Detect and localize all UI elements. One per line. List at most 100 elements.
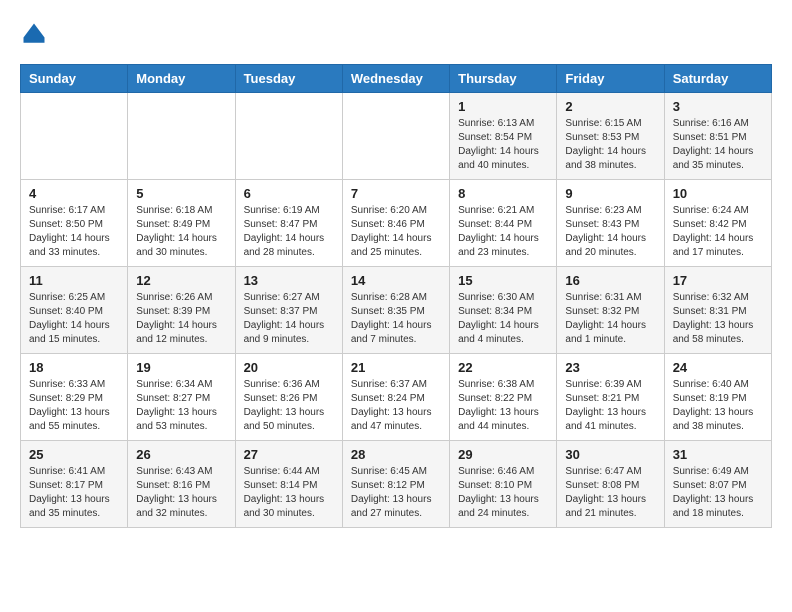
calendar-week-row: 11 Sunrise: 6:25 AM Sunset: 8:40 PM Dayli… bbox=[21, 267, 772, 354]
calendar-week-row: 1Sunrise: 6:13 AM Sunset: 8:54 PM Daylig… bbox=[21, 93, 772, 180]
calendar-day-cell: 25Sunrise: 6:41 AM Sunset: 8:17 PM Dayli… bbox=[21, 441, 128, 528]
calendar-day-cell: 15 Sunrise: 6:30 AM Sunset: 8:34 PM Dayli… bbox=[450, 267, 557, 354]
day-info: Sunrise: 6:41 AM Sunset: 8:17 PM Dayligh… bbox=[29, 465, 119, 521]
calendar-day-cell: 4 Sunrise: 6:17 AM Sunset: 8:50 PM Daylig… bbox=[21, 180, 128, 267]
day-info: Sunrise: 6:47 AM Sunset: 8:08 PM Dayligh… bbox=[565, 465, 655, 521]
day-info: Sunrise: 6:44 AM Sunset: 8:14 PM Dayligh… bbox=[244, 465, 334, 521]
calendar-week-row: 25Sunrise: 6:41 AM Sunset: 8:17 PM Dayli… bbox=[21, 441, 772, 528]
day-number: 11 bbox=[29, 273, 119, 288]
day-number: 26 bbox=[136, 447, 226, 462]
calendar-day-cell: 11 Sunrise: 6:25 AM Sunset: 8:40 PM Dayli… bbox=[21, 267, 128, 354]
day-number: 8 bbox=[458, 186, 548, 201]
calendar-day-cell: 27 Sunrise: 6:44 AM Sunset: 8:14 PM Dayli… bbox=[235, 441, 342, 528]
day-number: 4 bbox=[29, 186, 119, 201]
day-info: Sunrise: 6:45 AM Sunset: 8:12 PM Dayligh… bbox=[351, 465, 441, 521]
day-info: Sunrise: 6:36 AM Sunset: 8:26 PM Dayligh… bbox=[244, 378, 334, 434]
day-number: 23 bbox=[565, 360, 655, 375]
day-info: Sunrise: 6:30 AM Sunset: 8:34 PM Dayligh… bbox=[458, 291, 548, 347]
weekday-header: Monday bbox=[128, 65, 235, 93]
weekday-header: Thursday bbox=[450, 65, 557, 93]
day-info: Sunrise: 6:34 AM Sunset: 8:27 PM Dayligh… bbox=[136, 378, 226, 434]
day-info: Sunrise: 6:18 AM Sunset: 8:49 PM Dayligh… bbox=[136, 204, 226, 260]
day-info: Sunrise: 6:43 AM Sunset: 8:16 PM Dayligh… bbox=[136, 465, 226, 521]
calendar-day-cell: 19 Sunrise: 6:34 AM Sunset: 8:27 PM Dayli… bbox=[128, 354, 235, 441]
calendar-day-cell: 13 Sunrise: 6:27 AM Sunset: 8:37 PM Dayli… bbox=[235, 267, 342, 354]
calendar-day-cell: 14 Sunrise: 6:28 AM Sunset: 8:35 PM Dayli… bbox=[342, 267, 449, 354]
logo-icon bbox=[20, 20, 48, 48]
day-info: Sunrise: 6:33 AM Sunset: 8:29 PM Dayligh… bbox=[29, 378, 119, 434]
day-info: Sunrise: 6:40 AM Sunset: 8:19 PM Dayligh… bbox=[673, 378, 763, 434]
day-number: 28 bbox=[351, 447, 441, 462]
day-info: Sunrise: 6:32 AM Sunset: 8:31 PM Dayligh… bbox=[673, 291, 763, 347]
calendar-day-cell: 31 Sunrise: 6:49 AM Sunset: 8:07 PM Dayli… bbox=[664, 441, 771, 528]
day-info: Sunrise: 6:46 AM Sunset: 8:10 PM Dayligh… bbox=[458, 465, 548, 521]
calendar-day-cell: 1Sunrise: 6:13 AM Sunset: 8:54 PM Daylig… bbox=[450, 93, 557, 180]
calendar-day-cell: 12 Sunrise: 6:26 AM Sunset: 8:39 PM Dayli… bbox=[128, 267, 235, 354]
day-info: Sunrise: 6:23 AM Sunset: 8:43 PM Dayligh… bbox=[565, 204, 655, 260]
day-info: Sunrise: 6:38 AM Sunset: 8:22 PM Dayligh… bbox=[458, 378, 548, 434]
day-number: 18 bbox=[29, 360, 119, 375]
day-info: Sunrise: 6:28 AM Sunset: 8:35 PM Dayligh… bbox=[351, 291, 441, 347]
calendar-week-row: 18 Sunrise: 6:33 AM Sunset: 8:29 PM Dayli… bbox=[21, 354, 772, 441]
day-number: 6 bbox=[244, 186, 334, 201]
day-number: 27 bbox=[244, 447, 334, 462]
calendar-day-cell: 9 Sunrise: 6:23 AM Sunset: 8:43 PM Daylig… bbox=[557, 180, 664, 267]
day-info: Sunrise: 6:26 AM Sunset: 8:39 PM Dayligh… bbox=[136, 291, 226, 347]
day-number: 31 bbox=[673, 447, 763, 462]
day-info: Sunrise: 6:31 AM Sunset: 8:32 PM Dayligh… bbox=[565, 291, 655, 347]
calendar-week-row: 4 Sunrise: 6:17 AM Sunset: 8:50 PM Daylig… bbox=[21, 180, 772, 267]
day-number: 24 bbox=[673, 360, 763, 375]
day-number: 21 bbox=[351, 360, 441, 375]
calendar-day-cell bbox=[128, 93, 235, 180]
calendar-header-row: SundayMondayTuesdayWednesdayThursdayFrid… bbox=[21, 65, 772, 93]
day-info: Sunrise: 6:25 AM Sunset: 8:40 PM Dayligh… bbox=[29, 291, 119, 347]
weekday-header: Saturday bbox=[664, 65, 771, 93]
day-number: 19 bbox=[136, 360, 226, 375]
calendar-table: SundayMondayTuesdayWednesdayThursdayFrid… bbox=[20, 64, 772, 528]
weekday-header: Sunday bbox=[21, 65, 128, 93]
day-info: Sunrise: 6:27 AM Sunset: 8:37 PM Dayligh… bbox=[244, 291, 334, 347]
day-info: Sunrise: 6:17 AM Sunset: 8:50 PM Dayligh… bbox=[29, 204, 119, 260]
day-number: 20 bbox=[244, 360, 334, 375]
day-info: Sunrise: 6:37 AM Sunset: 8:24 PM Dayligh… bbox=[351, 378, 441, 434]
calendar-day-cell: 17Sunrise: 6:32 AM Sunset: 8:31 PM Dayli… bbox=[664, 267, 771, 354]
day-info: Sunrise: 6:39 AM Sunset: 8:21 PM Dayligh… bbox=[565, 378, 655, 434]
calendar-day-cell: 5 Sunrise: 6:18 AM Sunset: 8:49 PM Daylig… bbox=[128, 180, 235, 267]
weekday-header: Wednesday bbox=[342, 65, 449, 93]
calendar-day-cell: 26 Sunrise: 6:43 AM Sunset: 8:16 PM Dayli… bbox=[128, 441, 235, 528]
day-number: 1 bbox=[458, 99, 548, 114]
day-info: Sunrise: 6:24 AM Sunset: 8:42 PM Dayligh… bbox=[673, 204, 763, 260]
calendar-day-cell bbox=[342, 93, 449, 180]
day-number: 29 bbox=[458, 447, 548, 462]
calendar-day-cell: 8 Sunrise: 6:21 AM Sunset: 8:44 PM Daylig… bbox=[450, 180, 557, 267]
day-number: 3 bbox=[673, 99, 763, 114]
day-number: 5 bbox=[136, 186, 226, 201]
weekday-header: Tuesday bbox=[235, 65, 342, 93]
calendar-day-cell: 3 Sunrise: 6:16 AM Sunset: 8:51 PM Daylig… bbox=[664, 93, 771, 180]
day-info: Sunrise: 6:21 AM Sunset: 8:44 PM Dayligh… bbox=[458, 204, 548, 260]
day-info: Sunrise: 6:19 AM Sunset: 8:47 PM Dayligh… bbox=[244, 204, 334, 260]
day-number: 13 bbox=[244, 273, 334, 288]
day-number: 12 bbox=[136, 273, 226, 288]
day-number: 15 bbox=[458, 273, 548, 288]
day-info: Sunrise: 6:49 AM Sunset: 8:07 PM Dayligh… bbox=[673, 465, 763, 521]
calendar-day-cell: 30 Sunrise: 6:47 AM Sunset: 8:08 PM Dayli… bbox=[557, 441, 664, 528]
calendar-day-cell: 2Sunrise: 6:15 AM Sunset: 8:53 PM Daylig… bbox=[557, 93, 664, 180]
day-info: Sunrise: 6:16 AM Sunset: 8:51 PM Dayligh… bbox=[673, 117, 763, 173]
weekday-header: Friday bbox=[557, 65, 664, 93]
day-number: 22 bbox=[458, 360, 548, 375]
calendar-day-cell: 10Sunrise: 6:24 AM Sunset: 8:42 PM Dayli… bbox=[664, 180, 771, 267]
day-info: Sunrise: 6:20 AM Sunset: 8:46 PM Dayligh… bbox=[351, 204, 441, 260]
calendar-day-cell: 23 Sunrise: 6:39 AM Sunset: 8:21 PM Dayli… bbox=[557, 354, 664, 441]
calendar-day-cell bbox=[235, 93, 342, 180]
calendar-day-cell: 18 Sunrise: 6:33 AM Sunset: 8:29 PM Dayli… bbox=[21, 354, 128, 441]
calendar-day-cell: 28 Sunrise: 6:45 AM Sunset: 8:12 PM Dayli… bbox=[342, 441, 449, 528]
day-number: 16 bbox=[565, 273, 655, 288]
day-number: 2 bbox=[565, 99, 655, 114]
calendar-day-cell: 24 Sunrise: 6:40 AM Sunset: 8:19 PM Dayli… bbox=[664, 354, 771, 441]
day-number: 7 bbox=[351, 186, 441, 201]
day-number: 30 bbox=[565, 447, 655, 462]
calendar-day-cell: 20 Sunrise: 6:36 AM Sunset: 8:26 PM Dayli… bbox=[235, 354, 342, 441]
day-number: 9 bbox=[565, 186, 655, 201]
day-number: 14 bbox=[351, 273, 441, 288]
